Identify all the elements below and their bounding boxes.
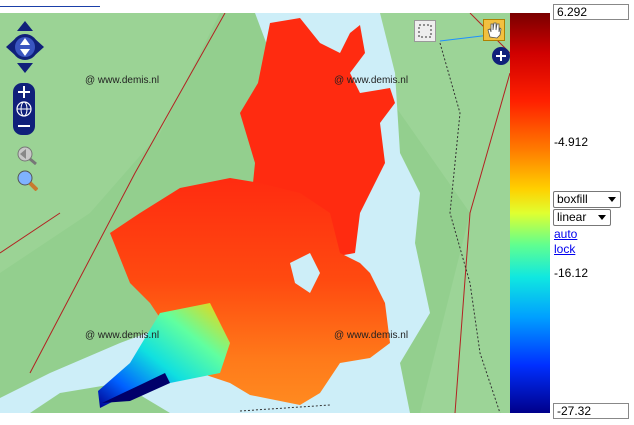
- hand-icon[interactable]: [483, 19, 505, 41]
- colorbar-min-input[interactable]: -27.32: [553, 403, 629, 419]
- colorbar: [510, 13, 550, 413]
- scale-select-value: linear: [557, 210, 587, 224]
- colorbar-tick-label: -4.912: [554, 135, 589, 149]
- map-view[interactable]: @ www.demis.nl @ www.demis.nl @ www.demi…: [0, 13, 510, 413]
- back-arrow-icon[interactable]: [16, 145, 38, 165]
- colorbar-max-input[interactable]: 6.292: [553, 4, 629, 20]
- top-link-underline[interactable]: [0, 0, 100, 7]
- map-canvas: [0, 13, 510, 413]
- lock-link[interactable]: lock: [554, 242, 575, 256]
- chevron-down-icon: [598, 215, 606, 220]
- watermark: @ www.demis.nl: [334, 75, 409, 86]
- watermark: @ www.demis.nl: [334, 330, 409, 341]
- magnifier-icon[interactable]: [16, 169, 38, 191]
- zoom-out-icon: [18, 125, 30, 127]
- auto-link[interactable]: auto: [554, 227, 577, 241]
- zoom-control: [13, 83, 35, 135]
- watermark: @ www.demis.nl: [85, 75, 160, 86]
- select-box-icon[interactable]: [414, 20, 436, 42]
- pan-arrows-icon[interactable]: [6, 21, 44, 73]
- plus-icon[interactable]: [492, 47, 510, 65]
- colorbar-tick-label: -16.12: [554, 266, 589, 280]
- scale-select[interactable]: linear: [553, 209, 611, 226]
- watermark: @ www.demis.nl: [85, 330, 160, 341]
- style-select[interactable]: boxfill: [553, 191, 621, 208]
- chevron-down-icon: [608, 197, 616, 202]
- style-select-value: boxfill: [557, 192, 588, 206]
